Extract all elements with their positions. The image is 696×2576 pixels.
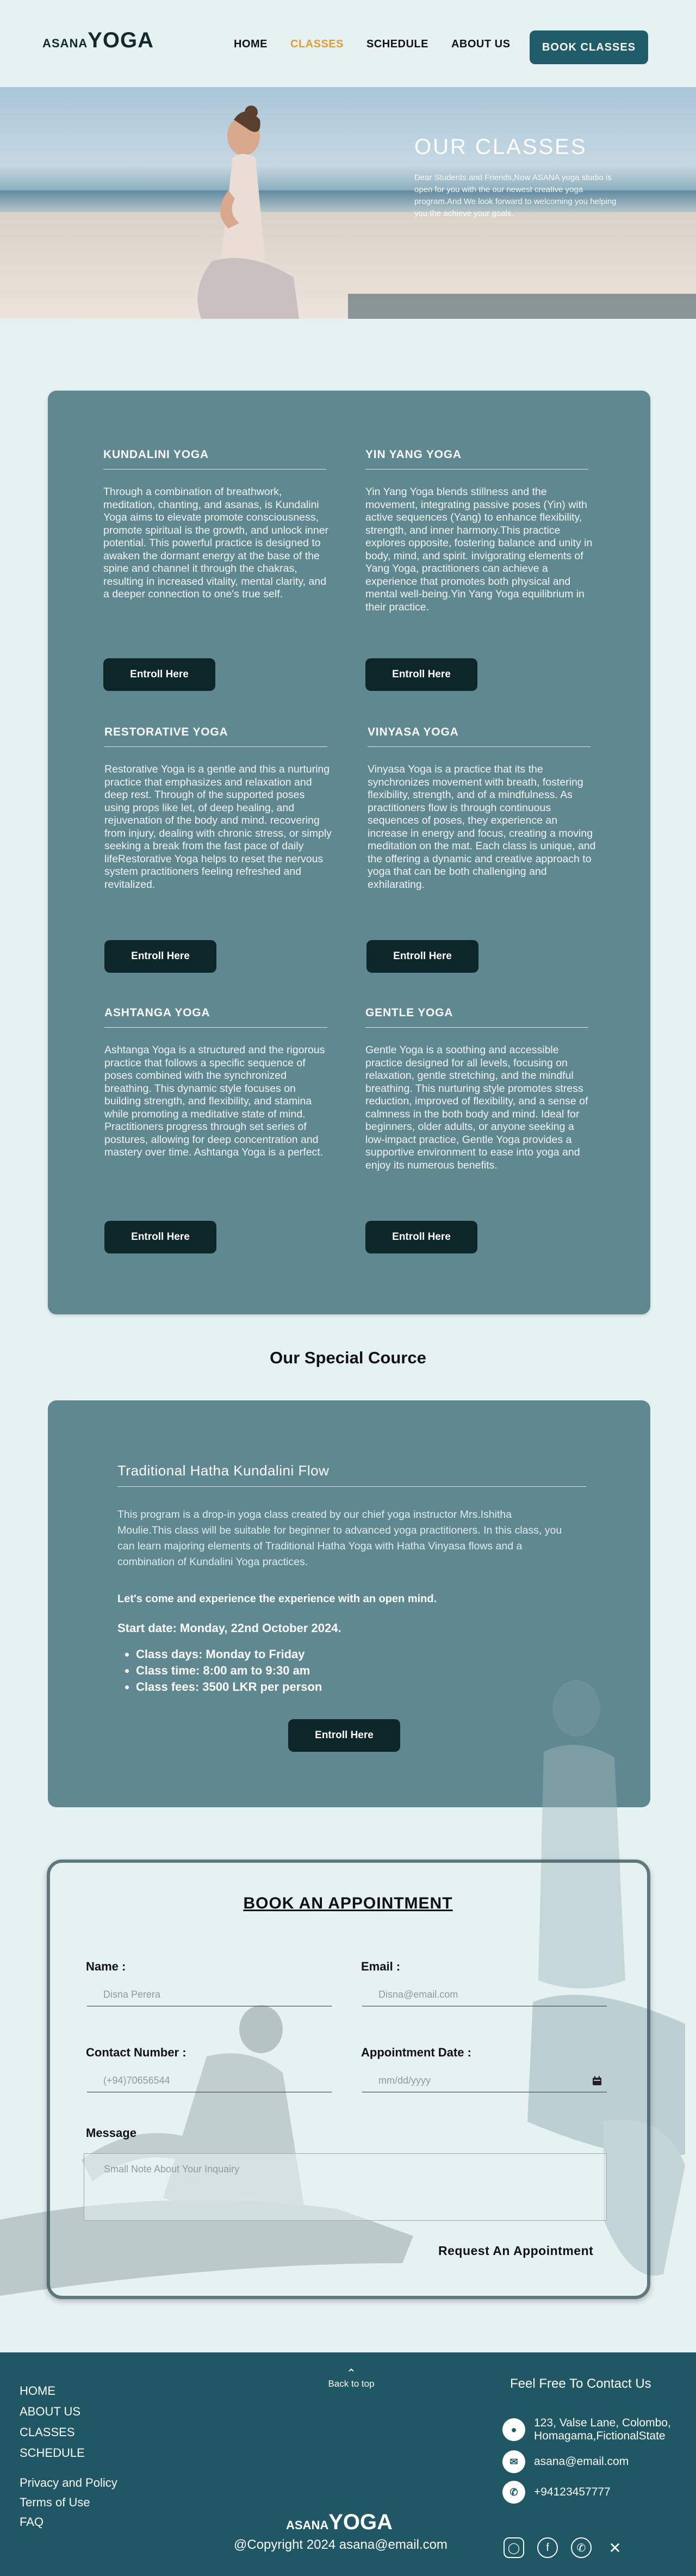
enroll-button-vinyasa[interactable]: Entroll Here [366,940,478,973]
hero-text: Dear Students and Friends,Now ASANA yoga… [414,173,617,218]
class-card-restorative: RESTORATIVE YOGA Restorative Yoga is a g… [104,726,333,891]
chevron-up-icon: ⌃ [346,2367,357,2380]
contact-email[interactable]: ✉ asana@email.com [502,2450,629,2473]
nav-item-home[interactable]: HOME [234,38,268,51]
hero-banner: OUR CLASSES Dear Students and Friends,No… [0,87,696,319]
date-placeholder: mm/dd/yyyy [378,2075,431,2086]
footer-link-home[interactable]: HOME [20,2381,85,2401]
detail-class-fees: Class fees: 3500 LKR per person [136,1679,322,1695]
back-to-top-link[interactable]: ⌃ Back to top [319,2367,384,2389]
enroll-button-ashtanga[interactable]: Entroll Here [104,1221,216,1253]
detail-class-time: Class time: 8:00 am to 9:30 am [136,1663,322,1679]
detail-class-days: Class days: Monday to Friday [136,1646,322,1663]
enroll-button-special[interactable]: Entroll Here [288,1719,400,1752]
special-course-description: This program is a drop-in yoga class cre… [117,1509,562,1568]
appointment-date-label: Appointment Date : [361,2046,471,2059]
divider [117,1486,586,1487]
contact-number-label: Contact Number : [86,2046,187,2059]
class-description: Gentle Yoga is a soothing and accessible… [365,1044,588,1171]
enroll-button-gentle[interactable]: Entroll Here [365,1221,477,1253]
book-classes-button[interactable]: BOOK CLASSES [530,30,648,64]
special-course-title: Traditional Hatha Kundalini Flow [117,1462,330,1479]
class-description: Ashtanga Yoga is a structured and the ri… [104,1044,325,1158]
email-field[interactable]: Disna@email.com [362,1984,607,2006]
appointment-date-field[interactable]: mm/dd/yyyy [362,2070,607,2092]
footer-nav: HOME ABOUT US CLASSES SCHEDULE [20,2381,85,2463]
class-description: Restorative Yoga is a gentle and this a … [104,763,332,891]
class-title: VINYASA YOGA [368,726,591,747]
instagram-icon[interactable]: ◯ [504,2537,524,2558]
special-course-start-date: Start date: Monday, 22nd October 2024. [117,1621,341,1635]
name-field[interactable]: Disna Perera [87,1984,332,2006]
x-twitter-icon[interactable]: ✕ [605,2537,625,2558]
class-description: Yin Yang Yoga blends stillness and the m… [365,486,593,613]
class-title: KUNDALINI YOGA [103,448,326,470]
phone-text: +94123457777 [534,2486,611,2498]
special-course-invite: Let's come and experience the experience… [117,1593,437,1605]
enroll-button-yin-yang[interactable]: Entroll Here [365,658,477,691]
footer-logo[interactable]: ASANA YOGA [286,2510,393,2535]
back-to-top-label: Back to top [328,2379,375,2389]
contact-address: ● 123, Valse Lane, Colombo, Homagama,Fic… [502,2417,682,2443]
class-card-kundalini: KUNDALINI YOGA Through a combination of … [103,448,332,601]
brand-logo[interactable]: ASANA YOGA [42,28,154,53]
request-appointment-button[interactable]: Request An Appointment [438,2244,593,2258]
class-title: GENTLE YOGA [365,1006,588,1028]
nav-item-about-us[interactable]: ABOUT US [451,38,510,51]
nav-item-schedule[interactable]: SCHEDULE [366,38,428,51]
facebook-icon[interactable]: f [537,2537,558,2558]
enroll-button-kundalini[interactable]: Entroll Here [103,658,215,691]
site-header: ASANA YOGA HOME CLASSES SCHEDULE ABOUT US… [0,0,696,87]
meditating-woman-image [197,106,299,319]
message-textarea[interactable]: Small Note About Your Inquairy [84,2153,607,2221]
whatsapp-icon[interactable]: ✆ [571,2537,592,2558]
footer-link-terms[interactable]: Terms of Use [20,2493,117,2512]
class-card-ashtanga: ASHTANGA YOGA Ashtanga Yoga is a structu… [104,1006,333,1159]
calendar-icon[interactable] [592,2075,602,2086]
phone-icon: ✆ [502,2481,525,2504]
footer-link-schedule[interactable]: SCHEDULE [20,2443,85,2463]
hero-shadow [348,294,696,319]
email-label: Email : [361,1960,401,1973]
footer-link-faq[interactable]: FAQ [20,2512,117,2532]
location-pin-icon: ● [502,2418,525,2441]
site-footer: HOME ABOUT US CLASSES SCHEDULE Privacy a… [0,2352,696,2576]
special-course-details: Class days: Monday to Friday Class time:… [136,1646,322,1695]
email-text: asana@email.com [534,2455,629,2468]
footer-link-privacy[interactable]: Privacy and Policy [20,2473,117,2493]
class-description: Vinyasa Yoga is a practice that its the … [368,763,596,891]
message-label: Message [86,2126,136,2140]
footer-link-about-us[interactable]: ABOUT US [20,2401,85,2422]
nav-item-classes[interactable]: CLASSES [290,38,344,51]
appointment-title: BOOK AN APPOINTMENT [243,1894,453,1912]
class-title: ASHTANGA YOGA [104,1006,327,1028]
hero-title: OUR CLASSES [414,135,587,159]
contact-number-field[interactable]: (+94)70656544 [87,2070,332,2092]
copyright-text: @Copyright 2024 asana@email.com [234,2537,448,2552]
social-links: ◯ f ✆ ✕ [504,2537,625,2558]
class-card-gentle: GENTLE YOGA Gentle Yoga is a soothing an… [365,1006,594,1172]
name-label: Name : [86,1960,126,1973]
class-card-vinyasa: VINYASA YOGA Vinyasa Yoga is a practice … [368,726,596,891]
class-description: Through a combination of breathwork, med… [103,486,329,600]
mail-icon: ✉ [502,2450,525,2473]
class-title: RESTORATIVE YOGA [104,726,327,747]
footer-legal-links: Privacy and Policy Terms of Use FAQ [20,2473,117,2532]
class-title: YIN YANG YOGA [365,448,588,470]
contact-phone[interactable]: ✆ +94123457777 [502,2481,611,2504]
main-nav: HOME CLASSES SCHEDULE ABOUT US [234,38,510,51]
class-card-yin-yang: YIN YANG YOGA Yin Yang Yoga blends still… [365,448,594,614]
enroll-button-restorative[interactable]: Entroll Here [104,940,216,973]
classes-panel: KUNDALINI YOGA Through a combination of … [48,391,650,1314]
footer-link-classes[interactable]: CLASSES [20,2422,85,2443]
contact-title: Feel Free To Contact Us [510,2376,651,2391]
special-course-heading: Our Special Cource [270,1348,426,1367]
address-text: 123, Valse Lane, Colombo, Homagama,Ficti… [534,2417,671,2442]
